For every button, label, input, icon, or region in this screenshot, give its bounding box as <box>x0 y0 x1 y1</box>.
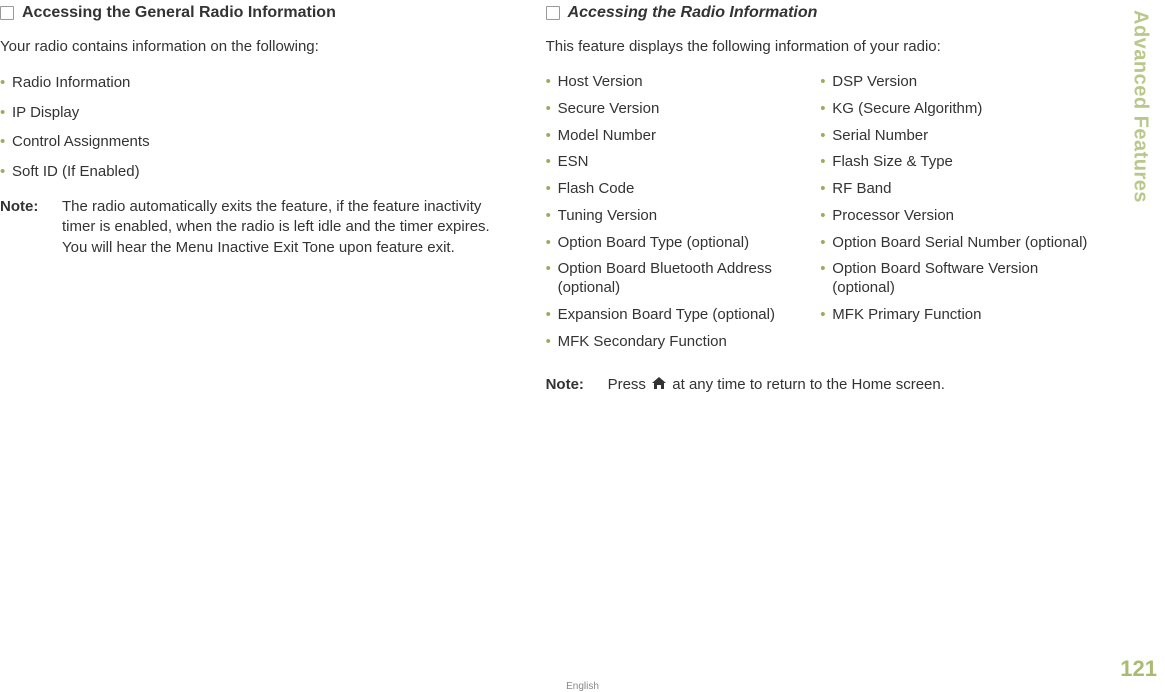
list-item: IP Display <box>0 103 506 123</box>
right-note: Note: Press at any time to return to the… <box>546 375 1095 395</box>
left-intro: Your radio contains information on the f… <box>0 36 506 57</box>
list-item: Option Board Type (optional) <box>546 234 821 253</box>
left-note: Note: The radio automatically exits the … <box>0 197 506 258</box>
right-column: Accessing the Radio Information This fea… <box>526 4 1095 690</box>
list-item: Flash Code <box>546 180 821 199</box>
content-area: Accessing the General Radio Information … <box>0 0 1115 690</box>
right-list-col2: DSP Version KG (Secure Algorithm) Serial… <box>820 73 1095 359</box>
right-heading-text: Accessing the Radio Information <box>568 4 818 22</box>
left-list: Radio Information IP Display Control Ass… <box>0 73 506 181</box>
language-label: English <box>566 681 599 692</box>
list-item: Control Assignments <box>0 132 506 152</box>
left-heading: Accessing the General Radio Information <box>0 4 506 22</box>
note-text: Press at any time to return to the Home … <box>608 375 1095 395</box>
left-heading-text: Accessing the General Radio Information <box>22 4 336 22</box>
book-icon <box>0 6 14 20</box>
list-item: Expansion Board Type (optional) <box>546 306 821 325</box>
list-item: ESN <box>546 153 821 172</box>
right-two-col-list: Host Version Secure Version Model Number… <box>546 73 1095 359</box>
note-label: Note: <box>546 375 608 395</box>
list-item: Radio Information <box>0 73 506 93</box>
list-item: Tuning Version <box>546 207 821 226</box>
list-item: MFK Secondary Function <box>546 333 821 352</box>
sidebar: Advanced Features 121 <box>1115 0 1165 690</box>
list-item: DSP Version <box>820 73 1095 92</box>
list-item: Processor Version <box>820 207 1095 226</box>
page-number: 121 <box>1120 656 1157 682</box>
list-item: MFK Primary Function <box>820 306 1095 325</box>
book-icon <box>546 6 560 20</box>
note-suffix: at any time to return to the Home screen… <box>672 376 945 393</box>
list-item: Model Number <box>546 127 821 146</box>
note-label: Note: <box>0 197 62 258</box>
note-prefix: Press <box>608 376 651 393</box>
page-container: Accessing the General Radio Information … <box>0 0 1165 690</box>
list-item: Secure Version <box>546 100 821 119</box>
right-heading: Accessing the Radio Information <box>546 4 1095 22</box>
list-item: RF Band <box>820 180 1095 199</box>
list-item: Soft ID (If Enabled) <box>0 162 506 182</box>
list-item: Host Version <box>546 73 821 92</box>
sidebar-section-title: Advanced Features <box>1129 10 1152 203</box>
list-item: Serial Number <box>820 127 1095 146</box>
list-item: Flash Size & Type <box>820 153 1095 172</box>
list-item: Option Board Serial Number (optional) <box>820 234 1095 253</box>
right-intro: This feature displays the following info… <box>546 36 1095 57</box>
right-list-col1: Host Version Secure Version Model Number… <box>546 73 821 359</box>
list-item: Option Board Software Version (optional) <box>820 260 1095 298</box>
left-column: Accessing the General Radio Information … <box>0 4 526 690</box>
home-icon <box>652 375 666 395</box>
list-item: KG (Secure Algorithm) <box>820 100 1095 119</box>
list-item: Option Board Bluetooth Address (optional… <box>546 260 821 298</box>
note-text: The radio automatically exits the featur… <box>62 197 506 258</box>
